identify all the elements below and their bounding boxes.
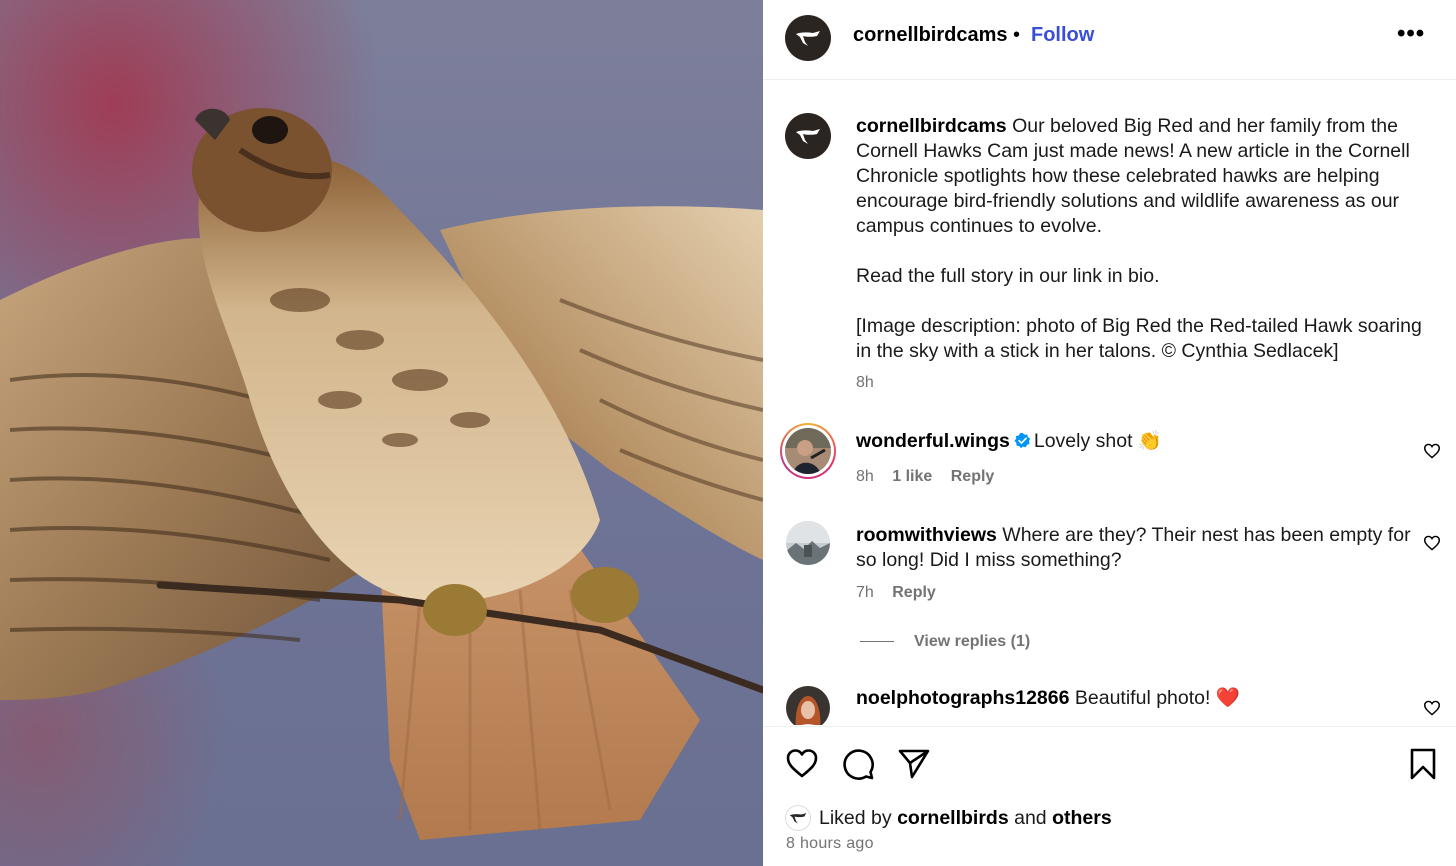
liked-by-summary[interactable]: Liked by cornellbirds and others	[785, 805, 1112, 831]
save-bookmark-icon[interactable]	[1406, 747, 1440, 781]
avatar-image	[786, 686, 830, 725]
hawk-photo-illustration	[0, 0, 763, 866]
comment-body: Beautiful photo! ❤️	[1074, 687, 1241, 709]
reply-button[interactable]: Reply	[951, 468, 995, 485]
comment-meta: 8h 1 like Reply	[856, 468, 1008, 486]
verified-badge-icon	[1014, 432, 1030, 449]
follow-button[interactable]: Follow	[1031, 24, 1094, 47]
like-comment-heart-icon[interactable]	[1423, 443, 1441, 459]
like-comment-heart-icon[interactable]	[1423, 700, 1441, 716]
liked-by-others[interactable]: others	[1052, 807, 1112, 830]
post-header: cornellbirdcams • Follow •••	[763, 0, 1456, 80]
comment-timestamp[interactable]: 8h	[856, 468, 874, 485]
comments-list[interactable]: cornellbirdcams Our beloved Big Red and …	[763, 81, 1456, 725]
caption-text: cornellbirdcams Our beloved Big Red and …	[856, 114, 1441, 364]
bird-logo-icon	[796, 31, 820, 46]
liked-by-prefix: Liked by	[819, 806, 892, 829]
separator-dot: •	[1013, 24, 1021, 46]
commenter-avatar[interactable]	[780, 423, 836, 479]
share-send-icon[interactable]	[897, 747, 931, 781]
view-replies-button[interactable]: View replies (1)	[860, 633, 1030, 651]
liked-by-avatar	[785, 805, 811, 831]
reply-button[interactable]: Reply	[892, 584, 936, 601]
comment-bubble-icon[interactable]	[841, 747, 875, 781]
caption-author-avatar[interactable]	[785, 113, 831, 159]
comment-text: roomwithviews Where are they? Their nest…	[856, 523, 1416, 573]
commenter-username[interactable]: roomwithviews	[856, 524, 997, 546]
comment-meta: 7h Reply	[856, 584, 950, 602]
comment-text: noelphotographs12866 Beautiful photo! ❤️	[856, 686, 1416, 711]
post-timestamp[interactable]: 8 hours ago	[786, 835, 874, 853]
replies-divider-line	[860, 641, 894, 643]
avatar-image	[786, 521, 830, 565]
comment-body: Lovely shot 👏	[1033, 430, 1163, 452]
author-username[interactable]: cornellbirdcams	[853, 24, 1008, 47]
caption-paragraph-2: Read the full story in our link in bio.	[856, 265, 1160, 287]
like-comment-heart-icon[interactable]	[1423, 535, 1441, 551]
bird-logo-icon	[796, 129, 820, 144]
bird-logo-icon	[789, 813, 807, 824]
more-options-icon[interactable]: •••	[1397, 20, 1425, 48]
post-actions: Liked by cornellbirds and others 8 hours…	[763, 726, 1456, 866]
caption-timestamp[interactable]: 8h	[856, 374, 874, 392]
liked-by-and: and	[1014, 806, 1047, 829]
like-heart-icon[interactable]	[785, 747, 819, 781]
view-replies-label: View replies (1)	[914, 633, 1031, 650]
author-avatar[interactable]	[785, 15, 831, 61]
caption-paragraph-3: [Image description: photo of Big Red the…	[856, 315, 1422, 362]
comment-likes[interactable]: 1 like	[892, 468, 932, 485]
liked-by-user[interactable]: cornellbirds	[897, 807, 1009, 830]
comment-text: wonderful.wings Lovely shot 👏	[856, 429, 1416, 454]
commenter-avatar[interactable]	[786, 686, 830, 725]
commenter-username[interactable]: noelphotographs12866	[856, 687, 1069, 709]
comment-timestamp[interactable]: 7h	[856, 584, 874, 601]
post-photo[interactable]	[0, 0, 763, 866]
caption-username[interactable]: cornellbirdcams	[856, 115, 1007, 137]
avatar-image	[785, 428, 831, 474]
commenter-avatar[interactable]	[786, 521, 830, 565]
post-sidebar: cornellbirdcams • Follow ••• cornellbird…	[763, 0, 1456, 866]
commenter-username[interactable]: wonderful.wings	[856, 430, 1010, 452]
